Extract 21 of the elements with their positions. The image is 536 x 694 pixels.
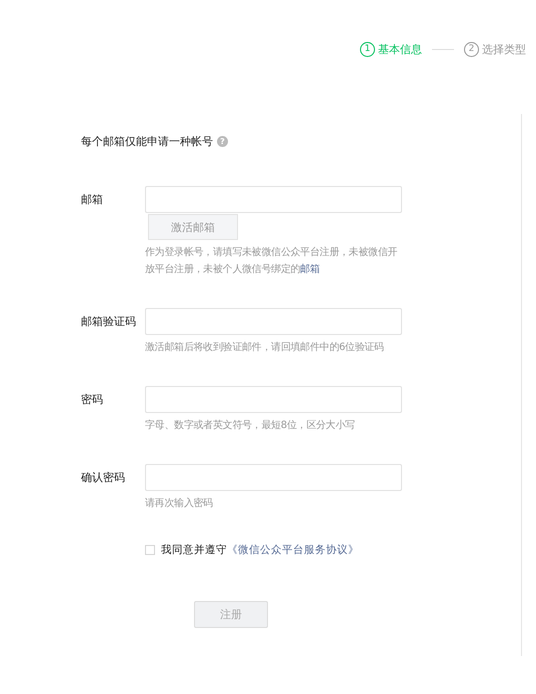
hint-text: 作为登录帐号，请填写未被微信公众平台注册，未被微信开放平台注册，未被个人微信号绑定的邮箱	[145, 246, 398, 277]
input-field[interactable]	[145, 386, 402, 413]
field-label: 邮箱	[81, 192, 104, 208]
email-link[interactable]: 邮箱	[300, 264, 320, 275]
activate-email-button[interactable]: 激活邮箱	[148, 214, 238, 240]
notice-text: 每个邮箱仅能申请一种帐号	[81, 134, 213, 148]
help-icon[interactable]: ?	[217, 136, 228, 146]
input-field[interactable]	[145, 308, 402, 335]
input-field[interactable]	[145, 464, 402, 491]
agreement-text: 我同意并遵守《微信公众平台服务协议》	[161, 543, 359, 557]
step-item: 2 选择类型	[464, 42, 526, 56]
hint-text: 请再次输入密码	[145, 496, 214, 511]
hint-text: 激活邮箱后将收到验证邮件，请回填邮件中的6位验证码	[145, 340, 385, 355]
field-label: 邮箱验证码	[81, 314, 137, 330]
agreement-link[interactable]: 《微信公众平台服务协议》	[227, 544, 359, 556]
field-label: 确认密码	[81, 470, 126, 486]
field-label: 密码	[81, 392, 104, 408]
agree-checkbox[interactable]	[145, 545, 155, 555]
hint-text: 字母、数字或者英文符号，最短8位，区分大小写	[145, 418, 356, 433]
step-item: 1 基本信息	[360, 42, 422, 56]
input-field[interactable]	[145, 186, 402, 213]
